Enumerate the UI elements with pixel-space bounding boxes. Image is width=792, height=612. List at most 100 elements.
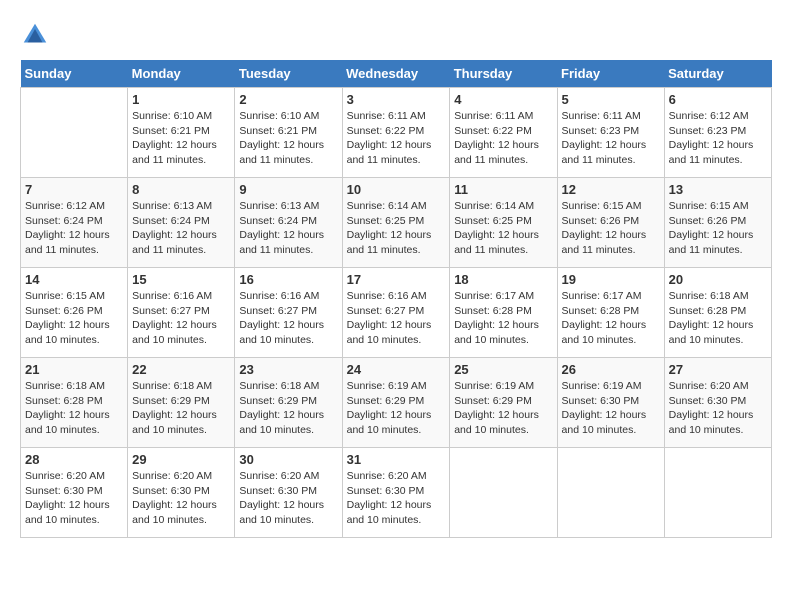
calendar-day-cell: 24 Sunrise: 6:19 AM Sunset: 6:29 PM Dayli… xyxy=(342,358,450,448)
calendar-day-cell: 2 Sunrise: 6:10 AM Sunset: 6:21 PM Daylig… xyxy=(235,88,342,178)
calendar-day-cell: 3 Sunrise: 6:11 AM Sunset: 6:22 PM Daylig… xyxy=(342,88,450,178)
calendar-day-cell: 27 Sunrise: 6:20 AM Sunset: 6:30 PM Dayli… xyxy=(664,358,771,448)
calendar-day-cell xyxy=(664,448,771,538)
day-number: 11 xyxy=(454,182,552,197)
calendar-day-cell: 9 Sunrise: 6:13 AM Sunset: 6:24 PM Daylig… xyxy=(235,178,342,268)
calendar-week-row: 14 Sunrise: 6:15 AM Sunset: 6:26 PM Dayli… xyxy=(21,268,772,358)
day-of-week-header: Monday xyxy=(128,60,235,88)
day-number: 21 xyxy=(25,362,123,377)
calendar-day-cell: 19Sunrise: 6:17 AM Sunset: 6:28 PM Dayli… xyxy=(557,268,664,358)
day-detail: Sunrise: 6:20 AM Sunset: 6:30 PM Dayligh… xyxy=(132,469,230,528)
calendar-day-cell: 14 Sunrise: 6:15 AM Sunset: 6:26 PM Dayli… xyxy=(21,268,128,358)
day-detail: Sunrise: 6:16 AM Sunset: 6:27 PM Dayligh… xyxy=(347,289,446,348)
day-detail: Sunrise: 6:14 AM Sunset: 6:25 PM Dayligh… xyxy=(454,199,552,258)
day-number: 2 xyxy=(239,92,337,107)
day-number: 25 xyxy=(454,362,552,377)
calendar-day-cell: 17Sunrise: 6:16 AM Sunset: 6:27 PM Dayli… xyxy=(342,268,450,358)
calendar-day-cell: 7 Sunrise: 6:12 AM Sunset: 6:24 PM Daylig… xyxy=(21,178,128,268)
day-number: 7 xyxy=(25,182,123,197)
day-detail: Sunrise: 6:12 AM Sunset: 6:23 PM Dayligh… xyxy=(669,109,767,168)
day-detail: Sunrise: 6:11 AM Sunset: 6:23 PM Dayligh… xyxy=(562,109,660,168)
calendar-week-row: 21 Sunrise: 6:18 AM Sunset: 6:28 PM Dayli… xyxy=(21,358,772,448)
day-of-week-header: Thursday xyxy=(450,60,557,88)
day-number: 1 xyxy=(132,92,230,107)
day-of-week-header: Sunday xyxy=(21,60,128,88)
day-detail: Sunrise: 6:18 AM Sunset: 6:29 PM Dayligh… xyxy=(239,379,337,438)
calendar-day-cell: 15 Sunrise: 6:16 AM Sunset: 6:27 PM Dayli… xyxy=(128,268,235,358)
day-number: 28 xyxy=(25,452,123,467)
day-detail: Sunrise: 6:18 AM Sunset: 6:28 PM Dayligh… xyxy=(25,379,123,438)
calendar-week-row: 7 Sunrise: 6:12 AM Sunset: 6:24 PM Daylig… xyxy=(21,178,772,268)
day-of-week-header: Tuesday xyxy=(235,60,342,88)
calendar-day-cell: 28 Sunrise: 6:20 AM Sunset: 6:30 PM Dayli… xyxy=(21,448,128,538)
day-number: 29 xyxy=(132,452,230,467)
calendar-day-cell: 30Sunrise: 6:20 AM Sunset: 6:30 PM Dayli… xyxy=(235,448,342,538)
day-number: 27 xyxy=(669,362,767,377)
calendar-day-cell: 11 Sunrise: 6:14 AM Sunset: 6:25 PM Dayli… xyxy=(450,178,557,268)
day-number: 26 xyxy=(562,362,660,377)
day-detail: Sunrise: 6:19 AM Sunset: 6:30 PM Dayligh… xyxy=(562,379,660,438)
calendar-day-cell: 25 Sunrise: 6:19 AM Sunset: 6:29 PM Dayli… xyxy=(450,358,557,448)
day-number: 23 xyxy=(239,362,337,377)
day-detail: Sunrise: 6:19 AM Sunset: 6:29 PM Dayligh… xyxy=(454,379,552,438)
day-detail: Sunrise: 6:10 AM Sunset: 6:21 PM Dayligh… xyxy=(239,109,337,168)
calendar-day-cell: 29 Sunrise: 6:20 AM Sunset: 6:30 PM Dayli… xyxy=(128,448,235,538)
calendar-table: SundayMondayTuesdayWednesdayThursdayFrid… xyxy=(20,60,772,538)
calendar-day-cell xyxy=(450,448,557,538)
day-of-week-header: Wednesday xyxy=(342,60,450,88)
logo xyxy=(20,20,54,50)
day-detail: Sunrise: 6:20 AM Sunset: 6:30 PM Dayligh… xyxy=(347,469,446,528)
calendar-day-cell: 12 Sunrise: 6:15 AM Sunset: 6:26 PM Dayli… xyxy=(557,178,664,268)
day-number: 22 xyxy=(132,362,230,377)
day-detail: Sunrise: 6:15 AM Sunset: 6:26 PM Dayligh… xyxy=(562,199,660,258)
day-number: 3 xyxy=(347,92,446,107)
day-number: 14 xyxy=(25,272,123,287)
calendar-day-cell xyxy=(21,88,128,178)
day-detail: Sunrise: 6:16 AM Sunset: 6:27 PM Dayligh… xyxy=(239,289,337,348)
day-number: 8 xyxy=(132,182,230,197)
day-detail: Sunrise: 6:19 AM Sunset: 6:29 PM Dayligh… xyxy=(347,379,446,438)
day-number: 12 xyxy=(562,182,660,197)
day-detail: Sunrise: 6:20 AM Sunset: 6:30 PM Dayligh… xyxy=(669,379,767,438)
calendar-day-cell: 10 Sunrise: 6:14 AM Sunset: 6:25 PM Dayli… xyxy=(342,178,450,268)
calendar-day-cell: 21 Sunrise: 6:18 AM Sunset: 6:28 PM Dayli… xyxy=(21,358,128,448)
day-number: 5 xyxy=(562,92,660,107)
day-number: 9 xyxy=(239,182,337,197)
calendar-day-cell: 22 Sunrise: 6:18 AM Sunset: 6:29 PM Dayli… xyxy=(128,358,235,448)
day-number: 24 xyxy=(347,362,446,377)
day-number: 13 xyxy=(669,182,767,197)
day-detail: Sunrise: 6:11 AM Sunset: 6:22 PM Dayligh… xyxy=(347,109,446,168)
calendar-day-cell: 4Sunrise: 6:11 AM Sunset: 6:22 PM Daylig… xyxy=(450,88,557,178)
calendar-day-cell: 5 Sunrise: 6:11 AM Sunset: 6:23 PM Daylig… xyxy=(557,88,664,178)
day-detail: Sunrise: 6:13 AM Sunset: 6:24 PM Dayligh… xyxy=(239,199,337,258)
day-detail: Sunrise: 6:10 AM Sunset: 6:21 PM Dayligh… xyxy=(132,109,230,168)
calendar-day-cell: 23 Sunrise: 6:18 AM Sunset: 6:29 PM Dayli… xyxy=(235,358,342,448)
day-detail: Sunrise: 6:14 AM Sunset: 6:25 PM Dayligh… xyxy=(347,199,446,258)
day-detail: Sunrise: 6:17 AM Sunset: 6:28 PM Dayligh… xyxy=(562,289,660,348)
day-number: 6 xyxy=(669,92,767,107)
calendar-day-cell: 8 Sunrise: 6:13 AM Sunset: 6:24 PM Daylig… xyxy=(128,178,235,268)
day-detail: Sunrise: 6:18 AM Sunset: 6:28 PM Dayligh… xyxy=(669,289,767,348)
day-detail: Sunrise: 6:15 AM Sunset: 6:26 PM Dayligh… xyxy=(669,199,767,258)
calendar-day-cell: 13 Sunrise: 6:15 AM Sunset: 6:26 PM Dayli… xyxy=(664,178,771,268)
day-number: 31 xyxy=(347,452,446,467)
day-detail: Sunrise: 6:20 AM Sunset: 6:30 PM Dayligh… xyxy=(239,469,337,528)
day-detail: Sunrise: 6:12 AM Sunset: 6:24 PM Dayligh… xyxy=(25,199,123,258)
page-header xyxy=(20,20,772,50)
calendar-day-cell: 16Sunrise: 6:16 AM Sunset: 6:27 PM Dayli… xyxy=(235,268,342,358)
day-number: 10 xyxy=(347,182,446,197)
calendar-day-cell: 6 Sunrise: 6:12 AM Sunset: 6:23 PM Daylig… xyxy=(664,88,771,178)
calendar-day-cell: 26 Sunrise: 6:19 AM Sunset: 6:30 PM Dayli… xyxy=(557,358,664,448)
day-number: 20 xyxy=(669,272,767,287)
day-detail: Sunrise: 6:16 AM Sunset: 6:27 PM Dayligh… xyxy=(132,289,230,348)
day-number: 15 xyxy=(132,272,230,287)
day-of-week-header: Friday xyxy=(557,60,664,88)
day-detail: Sunrise: 6:15 AM Sunset: 6:26 PM Dayligh… xyxy=(25,289,123,348)
day-detail: Sunrise: 6:11 AM Sunset: 6:22 PM Dayligh… xyxy=(454,109,552,168)
day-detail: Sunrise: 6:17 AM Sunset: 6:28 PM Dayligh… xyxy=(454,289,552,348)
day-detail: Sunrise: 6:18 AM Sunset: 6:29 PM Dayligh… xyxy=(132,379,230,438)
day-detail: Sunrise: 6:13 AM Sunset: 6:24 PM Dayligh… xyxy=(132,199,230,258)
calendar-day-cell: 31 Sunrise: 6:20 AM Sunset: 6:30 PM Dayli… xyxy=(342,448,450,538)
day-detail: Sunrise: 6:20 AM Sunset: 6:30 PM Dayligh… xyxy=(25,469,123,528)
day-of-week-header: Saturday xyxy=(664,60,771,88)
